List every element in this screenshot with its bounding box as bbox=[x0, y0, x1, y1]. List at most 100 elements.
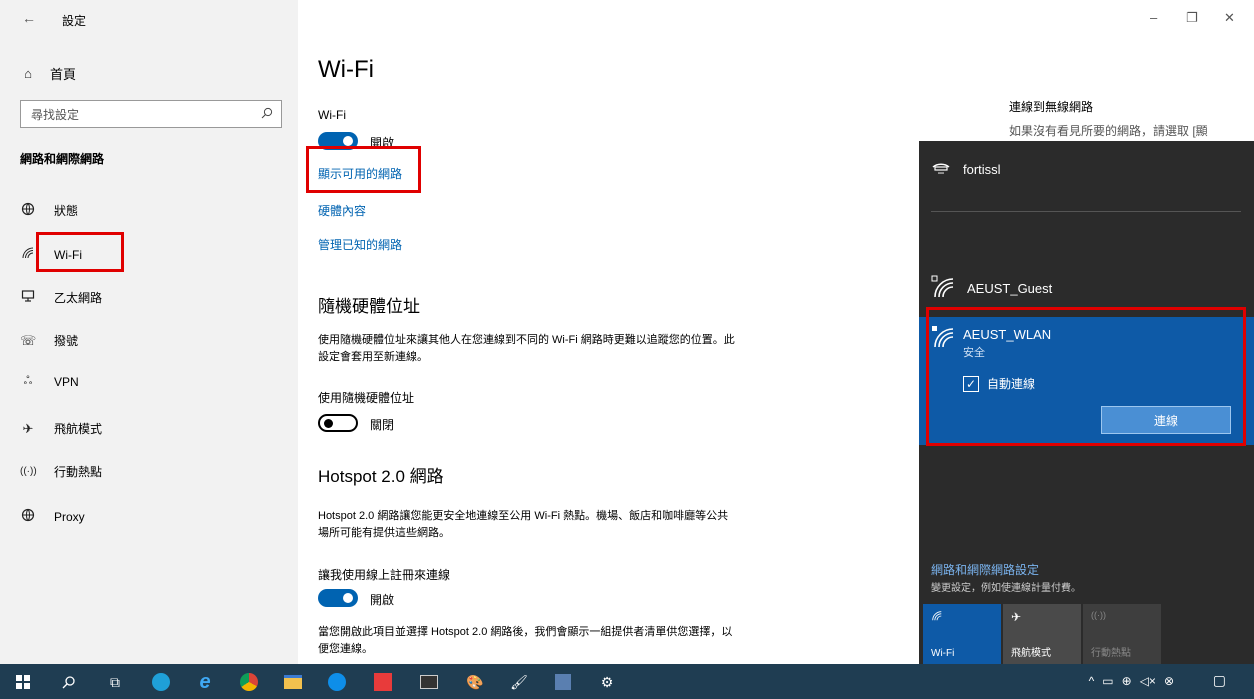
network-settings-link[interactable]: 網路和網際網路設定 bbox=[931, 561, 1039, 578]
sidebar-item-label: 飛航模式 bbox=[54, 422, 103, 436]
wifi-toggle[interactable] bbox=[318, 132, 358, 150]
close-button[interactable]: ✕ bbox=[1224, 10, 1235, 26]
online-signup-label: 讓我使用線上註冊來連線 bbox=[318, 568, 451, 582]
tile-airplane[interactable]: ✈ 飛航模式 bbox=[1003, 604, 1081, 664]
file-explorer-icon[interactable] bbox=[282, 671, 304, 693]
tile-hotspot[interactable]: ((·)) 行動熱點 bbox=[1083, 604, 1161, 664]
teamviewer-icon[interactable] bbox=[326, 671, 348, 693]
paint-icon[interactable]: 🎨 bbox=[464, 671, 486, 693]
tile-label: Wi-Fi bbox=[931, 648, 955, 659]
ethernet-icon bbox=[20, 289, 36, 306]
search-icon bbox=[261, 107, 273, 122]
wifi-state: 開啟 bbox=[370, 136, 395, 150]
network-security-status: 安全 bbox=[963, 347, 985, 359]
network-name: fortissl bbox=[963, 162, 1001, 177]
online-signup-toggle[interactable] bbox=[318, 589, 358, 607]
status-icon[interactable]: ⊗ bbox=[1164, 674, 1174, 688]
wifi-open-icon bbox=[931, 275, 955, 302]
sidebar-item-label: 行動熱點 bbox=[54, 465, 103, 479]
hotspot-icon: ((·)) bbox=[20, 466, 37, 477]
connect-wireless-title: 連線到無線網路 bbox=[1009, 100, 1094, 114]
sidebar-item-hotspot[interactable]: ((·)) 行動熱點 bbox=[20, 463, 102, 480]
vpn-icon: ஃ bbox=[23, 375, 33, 387]
tile-label: 飛航模式 bbox=[1011, 648, 1051, 659]
sidebar-item-label: 狀態 bbox=[54, 204, 79, 218]
sidebar-item-airplane[interactable]: ✈ 飛航模式 bbox=[20, 420, 102, 437]
wifi-label: Wi-Fi bbox=[318, 108, 346, 122]
sidebar-item-label: 乙太網路 bbox=[54, 291, 103, 305]
section-title: 網路和網際網路 bbox=[20, 152, 105, 166]
divider bbox=[931, 211, 1241, 212]
network-item-aeust-guest[interactable]: AEUST_Guest bbox=[931, 275, 1052, 302]
system-tray: ^ ▭ ⊕ ◁× ⊗ bbox=[1089, 674, 1174, 688]
back-arrow-icon[interactable]: ← bbox=[22, 10, 36, 26]
random-hw-state: 關閉 bbox=[370, 418, 395, 432]
sidebar: ← 設定 ⌂ 首頁 尋找設定 網路和網際網路 狀態 Wi-Fi 乙太網路 ☏ 撥… bbox=[0, 0, 298, 664]
sidebar-item-status[interactable]: 狀態 bbox=[20, 202, 78, 219]
home-label: 首頁 bbox=[50, 67, 77, 82]
auto-connect-checkbox[interactable]: ✓ 自動連線 bbox=[963, 375, 1035, 392]
random-hw-desc: 使用隨機硬體位址來讓其他人在您連線到不同的 Wi-Fi 網路時更難以追蹤您的位置… bbox=[318, 334, 735, 363]
show-networks-link[interactable]: 顯示可用的網路 bbox=[318, 165, 402, 182]
app-title: 設定 bbox=[62, 14, 87, 28]
wifi-icon bbox=[931, 611, 943, 625]
battery-icon[interactable]: ▭ bbox=[1102, 674, 1113, 688]
dialup-icon: ☏ bbox=[20, 332, 37, 348]
sidebar-item-home[interactable]: ⌂ 首頁 bbox=[20, 64, 76, 83]
task-view-icon[interactable]: ⧉ bbox=[104, 671, 126, 693]
app-icon[interactable] bbox=[552, 671, 574, 693]
chrome-icon[interactable] bbox=[238, 671, 260, 693]
network-settings-sub: 變更設定，例如使連線計量付費。 bbox=[931, 583, 1081, 594]
volume-muted-icon[interactable]: ◁× bbox=[1140, 674, 1156, 688]
start-icon[interactable] bbox=[12, 671, 34, 693]
taskbar: ⧉ e 🎨 🖌 ⚙ ^ ▭ ⊕ ◁× ⊗ ▢ bbox=[0, 664, 1254, 699]
brush-icon[interactable]: 🖌 bbox=[508, 671, 530, 693]
dialup-network-icon bbox=[931, 159, 951, 180]
search-placeholder: 尋找設定 bbox=[31, 107, 80, 122]
random-hw-label: 使用隨機硬體位址 bbox=[318, 391, 415, 405]
wifi-secure-icon bbox=[931, 325, 955, 352]
restore-button[interactable]: ❐ bbox=[1186, 10, 1198, 26]
network-item-fortissl[interactable]: fortissl bbox=[931, 159, 1001, 180]
page-title: Wi-Fi bbox=[318, 56, 374, 83]
sidebar-item-proxy[interactable]: Proxy bbox=[20, 508, 85, 525]
settings-gear-icon[interactable]: ⚙ bbox=[596, 671, 618, 693]
network-name: AEUST_Guest bbox=[967, 281, 1053, 296]
globe-icon bbox=[20, 202, 36, 219]
airplane-icon: ✈ bbox=[22, 420, 34, 436]
terminal-icon[interactable] bbox=[418, 671, 440, 693]
ie-icon[interactable]: e bbox=[194, 671, 216, 693]
home-icon: ⌂ bbox=[24, 66, 32, 81]
edge-icon[interactable] bbox=[150, 671, 172, 693]
chevron-up-icon[interactable]: ^ bbox=[1089, 674, 1095, 688]
tile-label: 行動熱點 bbox=[1091, 648, 1131, 659]
sidebar-item-dialup[interactable]: ☏ 撥號 bbox=[20, 332, 78, 349]
sidebar-item-label: Wi-Fi bbox=[54, 247, 82, 262]
connect-wireless-text: 如果沒有看見所要的網路，請選取 [顯 bbox=[1009, 124, 1208, 138]
notification-icon[interactable]: ▢ bbox=[1213, 672, 1226, 689]
minimize-button[interactable]: – bbox=[1150, 10, 1157, 25]
hardware-properties-link[interactable]: 硬體內容 bbox=[318, 202, 366, 219]
proxy-icon bbox=[20, 508, 36, 525]
network-name: AEUST_WLAN bbox=[963, 327, 1052, 342]
network-item-aeust-wlan[interactable]: AEUST_WLAN 安全 ✓ 自動連線 連線 bbox=[919, 317, 1254, 445]
sidebar-item-vpn[interactable]: ஃ VPN bbox=[20, 375, 79, 389]
sidebar-item-ethernet[interactable]: 乙太網路 bbox=[20, 289, 102, 306]
sidebar-item-label: 撥號 bbox=[54, 334, 79, 348]
airplane-icon: ✈ bbox=[1011, 610, 1022, 624]
online-signup-state: 開啟 bbox=[370, 593, 395, 607]
sidebar-item-label: Proxy bbox=[54, 509, 85, 524]
connect-button[interactable]: 連線 bbox=[1101, 406, 1231, 434]
anydesk-icon[interactable] bbox=[372, 671, 394, 693]
random-hw-toggle[interactable] bbox=[318, 414, 358, 432]
search-icon[interactable] bbox=[58, 671, 80, 693]
hotspot-title: Hotspot 2.0 網路 bbox=[318, 467, 444, 486]
sidebar-item-label: VPN bbox=[54, 375, 79, 389]
random-hw-title: 隨機硬體位址 bbox=[318, 297, 420, 316]
hotspot-icon: ((·)) bbox=[1091, 610, 1106, 620]
sidebar-item-wifi[interactable]: Wi-Fi bbox=[20, 246, 82, 263]
search-input[interactable]: 尋找設定 bbox=[20, 100, 282, 128]
tile-wifi[interactable]: Wi-Fi bbox=[923, 604, 1001, 664]
manage-networks-link[interactable]: 管理已知的網路 bbox=[318, 236, 402, 253]
network-globe-icon[interactable]: ⊕ bbox=[1122, 674, 1132, 688]
